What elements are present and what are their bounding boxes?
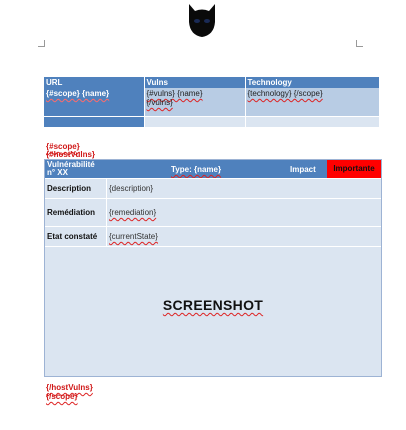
cell-technology: {technology} {/scope} (245, 88, 380, 117)
scope-name-tag: {#scope} {name} (46, 89, 110, 98)
summary-data-row: {#scope} {name} {#vulns} {name} {/vulns}… (44, 88, 380, 117)
vulnerability-type: Type: {name} (171, 165, 222, 174)
vulnerability-card: Vulnérabilité n° XX Type: {name} Impact … (44, 159, 382, 377)
screenshot-area: SCREENSHOT (45, 246, 381, 377)
remediation-value: {remediation} (109, 208, 157, 217)
cell-empty-1 (44, 116, 145, 127)
page-margin-corner-left (38, 40, 45, 47)
hostvulns-open-tag: {#hostVulns} (46, 150, 96, 159)
cell-empty-3 (245, 116, 380, 127)
vulnerability-header: Vulnérabilité n° XX Type: {name} Impact … (45, 160, 381, 178)
technology-tag: {technology} {/scope} (247, 89, 323, 98)
column-header-url: URL (44, 77, 145, 88)
column-header-vulns: Vulns (144, 77, 246, 88)
summary-empty-row (44, 116, 380, 127)
description-row: Description {description} (45, 178, 381, 199)
current-state-row: Etat constaté {currentState} (45, 226, 381, 247)
current-state-value: {currentState} (109, 232, 158, 241)
vulnerability-number: n° XX (47, 168, 68, 177)
column-header-technology: Technology (245, 77, 380, 88)
impact-label: Impact (290, 165, 316, 174)
summary-header-row: URL Vulns Technology (44, 77, 380, 88)
hostvulns-close-tag: {/hostVulns} (46, 383, 93, 392)
summary-table: URL Vulns Technology {#scope} {name} {#v… (44, 77, 380, 127)
description-label: Description (47, 184, 92, 193)
description-value: {description} (109, 184, 154, 193)
page-margin-corner-right (356, 40, 363, 47)
vulns-close-tag: {/vulns} (146, 98, 173, 107)
remediation-row: Remédiation {remediation} (45, 198, 381, 227)
remediation-label: Remédiation (47, 208, 96, 217)
cell-empty-2 (144, 116, 246, 127)
scope-close-tag: {/scope} (46, 392, 78, 401)
cell-url: {#scope} {name} (44, 88, 145, 117)
impact-badge: Importante (327, 160, 381, 178)
cell-vulns: {#vulns} {name} {/vulns} (144, 88, 246, 117)
current-state-label: Etat constaté (47, 232, 98, 241)
black-cat-mask-logo-icon (189, 4, 215, 37)
vulns-name-tag: {#vulns} {name} (146, 89, 203, 98)
vulnerability-title: Vulnérabilité n° XX (47, 161, 95, 177)
screenshot-placeholder: SCREENSHOT (162, 297, 264, 313)
